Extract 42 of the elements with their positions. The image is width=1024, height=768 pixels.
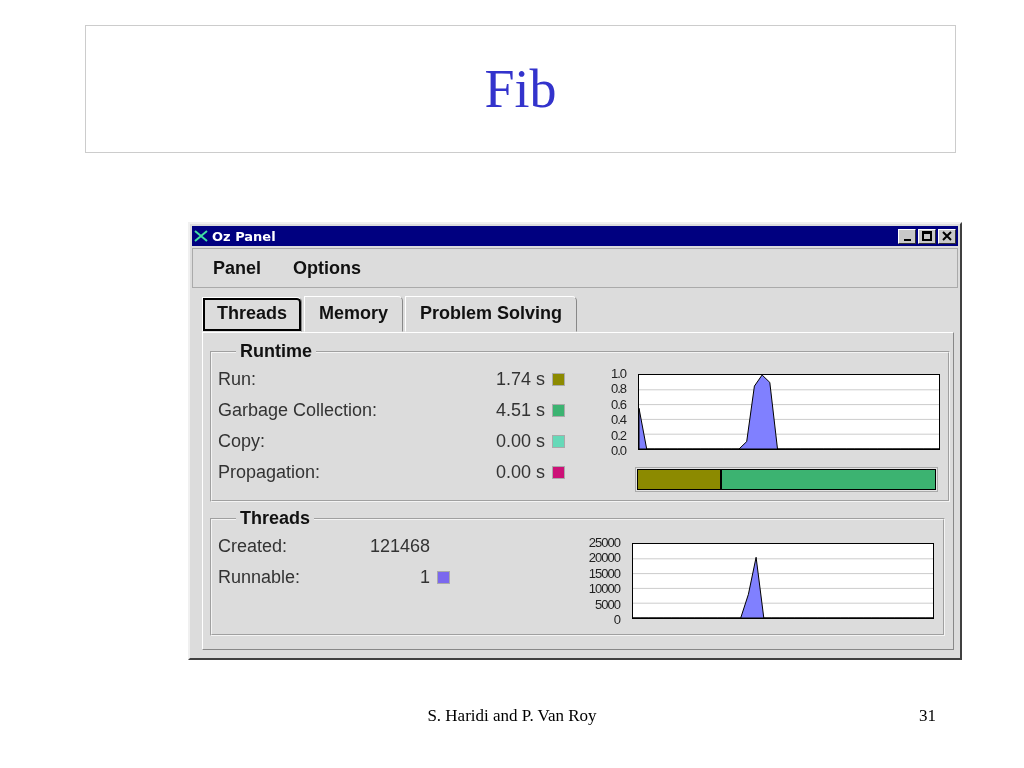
axis-tick-label: 5000 bbox=[594, 597, 620, 611]
stat-value: 0.00 s bbox=[494, 462, 545, 483]
axis-tick-label: 0 bbox=[612, 612, 620, 626]
x-logo-icon bbox=[194, 230, 208, 242]
stat-value: 0.00 s bbox=[494, 431, 545, 452]
minimize-button[interactable] bbox=[898, 228, 916, 244]
maximize-icon bbox=[922, 231, 932, 241]
axis-tick-label: 1.0 bbox=[609, 367, 626, 380]
axis-tick-label: 10000 bbox=[587, 582, 620, 596]
axis-tick-label: 0.6 bbox=[609, 397, 626, 411]
close-icon bbox=[942, 231, 952, 241]
axis-tick-label: 20000 bbox=[587, 551, 620, 565]
close-button[interactable] bbox=[938, 228, 956, 244]
stat-label: Runnable: bbox=[218, 567, 302, 588]
group-title: Threads bbox=[239, 508, 312, 529]
stat-label: Garbage Collection: bbox=[218, 400, 379, 421]
footer-text: S. Haridi and P. Van Roy bbox=[427, 706, 597, 726]
maximize-button[interactable] bbox=[918, 228, 936, 244]
menu-item[interactable]: Panel bbox=[213, 257, 262, 279]
axis-tick-label: 15000 bbox=[587, 566, 620, 580]
axis-tick-label: 0.8 bbox=[609, 382, 626, 396]
axis-tick-label: 0.4 bbox=[609, 413, 626, 427]
tab[interactable]: Problem Solving bbox=[405, 296, 578, 332]
axis-tick-label: 25000 bbox=[587, 536, 620, 549]
stat-label: Run: bbox=[218, 369, 258, 390]
tab[interactable]: Threads bbox=[202, 297, 303, 332]
tab[interactable]: Memory bbox=[304, 296, 404, 332]
axis-tick-label: 0.2 bbox=[609, 428, 626, 442]
stat-label: Propagation: bbox=[218, 462, 322, 483]
page-number: 31 bbox=[919, 706, 936, 726]
window-title: Oz Panel bbox=[212, 228, 277, 244]
slide-title: Fib bbox=[484, 58, 557, 120]
axis-tick-label: 0.0 bbox=[609, 443, 626, 457]
menu-item[interactable]: Options bbox=[293, 257, 362, 279]
minimize-icon bbox=[903, 238, 911, 241]
stat-label: Created: bbox=[218, 536, 289, 557]
stat-value: 4.51 s bbox=[494, 400, 545, 421]
stat-value: 1 bbox=[419, 567, 430, 588]
group-title: Runtime bbox=[239, 341, 313, 362]
stat-value: 1.74 s bbox=[494, 369, 545, 390]
stat-value: 121468 bbox=[368, 536, 430, 557]
stat-label: Copy: bbox=[218, 431, 267, 452]
